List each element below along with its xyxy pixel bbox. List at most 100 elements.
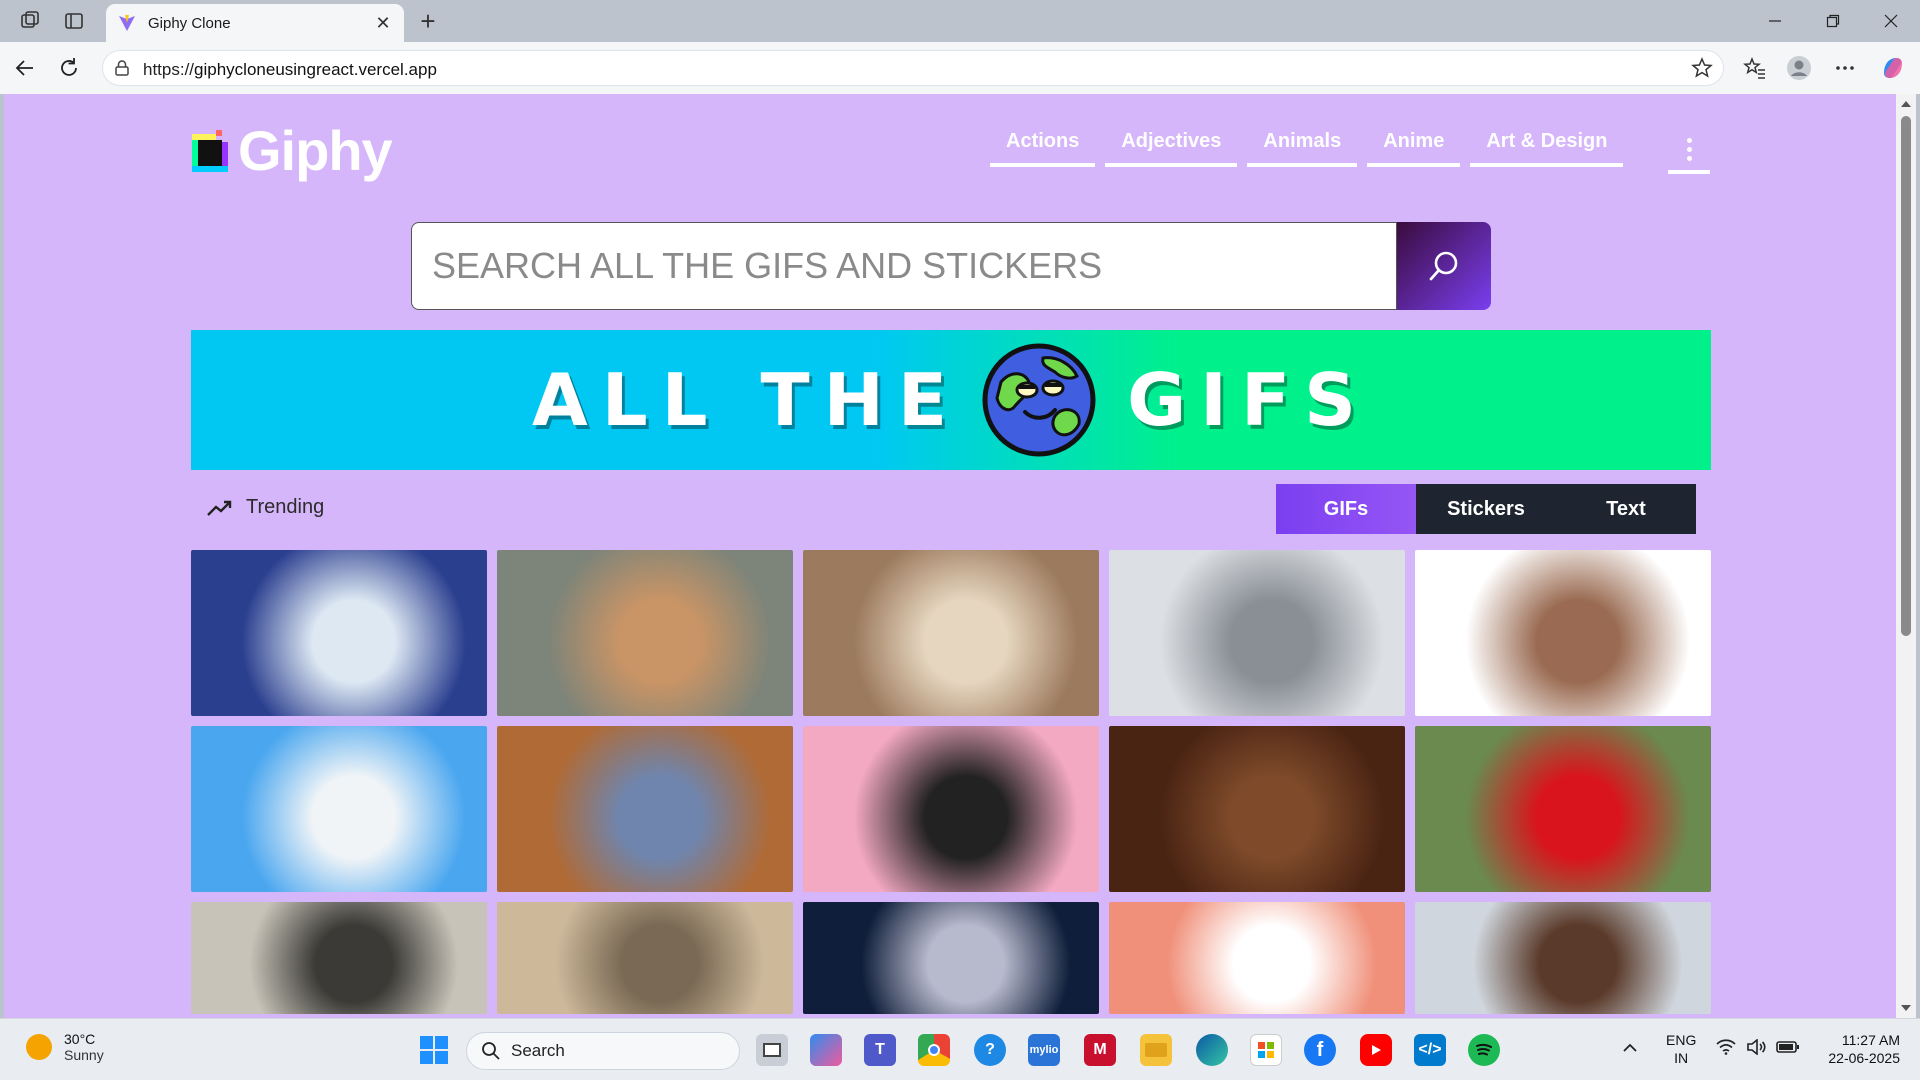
globe-mascot-icon [982,343,1096,457]
category-actions[interactable]: Actions [990,128,1096,167]
battery-icon [1776,1041,1799,1053]
taskbar-search[interactable]: Search [466,1032,740,1070]
vertical-tabs-icon[interactable] [62,9,86,33]
workspaces-icon[interactable] [18,9,42,33]
scrollbar-thumb[interactable] [1901,116,1911,636]
sun-icon [26,1034,52,1060]
search-bar [411,222,1491,310]
trending-arrow-icon [207,500,232,516]
category-art-design[interactable]: Art & Design [1470,128,1624,167]
tab-close-icon[interactable]: ✕ [374,13,392,34]
windows-taskbar: 30°C Sunny Search T ? mylio M f </> ENG … [0,1018,1920,1080]
clock-date: 22-06-2025 [1828,1050,1900,1066]
microsoft-store-icon[interactable] [1250,1034,1282,1066]
favorites-icon[interactable] [1742,55,1768,81]
gif-tile-kitten-blanket-gif[interactable] [1109,550,1405,716]
more-categories-icon[interactable] [1668,128,1710,174]
windows-start-icon[interactable] [418,1034,450,1066]
facebook-icon[interactable]: f [1304,1034,1336,1066]
gif-tile-bears-hug-gif[interactable] [191,726,487,892]
gif-tile-gorilla-clap-gif[interactable] [191,902,487,1014]
tab-text[interactable]: Text [1556,484,1696,534]
gif-tile-bunny-hearts-sticker[interactable] [1415,550,1711,716]
copilot-icon[interactable] [1880,55,1906,81]
favorite-star-icon[interactable] [1691,57,1713,79]
giphy-logo-icon [192,129,228,172]
show-hidden-icons-chevron-icon[interactable] [1622,1039,1638,1057]
trending-label: Trending [246,496,325,518]
close-window-icon[interactable] [1868,6,1914,36]
search-button[interactable] [1397,222,1491,310]
back-arrow-icon[interactable] [12,55,38,81]
chrome-icon[interactable] [918,1034,950,1066]
refresh-icon[interactable] [56,55,82,81]
lang-line1: ENG [1666,1032,1697,1048]
gif-tile-good-night-moon-gif[interactable] [191,550,487,716]
browser-toolbar: https://giphycloneusingreact.vercel.app [0,42,1920,94]
more-options-icon[interactable] [1832,55,1858,81]
profile-avatar-icon[interactable] [1786,55,1812,81]
search-input[interactable] [411,222,1397,310]
gif-tile-cat-plushies-gif[interactable] [497,726,793,892]
address-bar[interactable]: https://giphycloneusingreact.vercel.app [102,50,1724,86]
new-tab-button[interactable]: + [414,8,442,34]
banner-text-left: ALL THE [531,358,962,442]
lang-line2: IN [1674,1050,1689,1066]
url-host: giphycloneusingreact.vercel.app [194,60,437,79]
content-type-tabs: GIFs Stickers Text [1276,484,1696,534]
youtube-icon[interactable] [1360,1034,1392,1066]
vite-favicon-icon [119,15,135,31]
gif-tile-puppy-gif[interactable] [1109,726,1405,892]
url-scheme: https:// [143,60,195,79]
active-tab[interactable]: Giphy Clone ✕ [106,4,404,42]
site-info-lock-icon[interactable] [113,59,131,77]
edge-icon[interactable] [1196,1034,1228,1066]
browser-tab-strip: Giphy Clone ✕ + [0,0,1920,42]
mylio-icon[interactable]: mylio [1028,1034,1060,1066]
mcafee-icon[interactable]: M [1084,1034,1116,1066]
banner-text-right: GIFS [1127,358,1371,442]
gif-tile-chihuahua-gif[interactable] [803,550,1099,716]
copilot-app-icon[interactable] [810,1034,842,1066]
giphy-logo[interactable]: Giphy [192,118,393,183]
gif-tile-sleepy-baby-gif[interactable] [497,902,793,1014]
gif-grid [191,550,1711,1014]
minimize-icon[interactable] [1752,6,1798,36]
tab-stickers[interactable]: Stickers [1416,484,1556,534]
gif-tile-cat-coffee-gif[interactable] [803,726,1099,892]
category-anime[interactable]: Anime [1367,128,1461,167]
scroll-down-icon[interactable] [1900,1002,1912,1014]
category-adjectives[interactable]: Adjectives [1105,128,1238,167]
weather-temp: 30°C [64,1031,96,1047]
system-tray-icons[interactable] [1716,1039,1800,1055]
category-animals[interactable]: Animals [1247,128,1358,167]
gif-tile-crying-man-gif[interactable] [1415,902,1711,1014]
all-the-gifs-banner[interactable]: ALL THE GIFS [191,330,1711,470]
task-view-icon[interactable] [756,1034,788,1066]
teams-icon[interactable]: T [864,1034,896,1066]
gif-tile-sleeping-cat-gif[interactable] [803,902,1099,1014]
restore-icon[interactable] [1810,6,1856,36]
taskbar-search-label: Search [511,1041,565,1060]
weather-widget[interactable]: 30°C Sunny [26,1031,104,1063]
gif-tile-hugs-heart-gif[interactable] [1415,726,1711,892]
url-text[interactable]: https://giphycloneusingreact.vercel.app [143,60,437,80]
weather-text: Sunny [64,1047,104,1063]
file-explorer-icon[interactable] [1140,1034,1172,1066]
get-help-icon[interactable]: ? [974,1034,1006,1066]
clock[interactable]: 11:27 AM 22-06-2025 [1812,1031,1900,1067]
trending-heading: Trending [206,496,324,519]
spotify-icon[interactable] [1468,1034,1500,1066]
vscode-icon[interactable]: </> [1414,1034,1446,1066]
language-indicator[interactable]: ENG IN [1666,1031,1696,1067]
tab-title: Giphy Clone [148,14,231,32]
gif-tile-cat-rose-gif[interactable] [1109,902,1405,1014]
category-more-wrap [1668,128,1710,174]
wifi-icon [1716,1039,1736,1055]
scroll-up-icon[interactable] [1900,98,1912,110]
volume-icon [1747,1039,1766,1055]
tab-gifs[interactable]: GIFs [1276,484,1416,534]
page-scrollbar[interactable] [1896,94,1916,1018]
logo-text: Giphy [238,119,393,182]
gif-tile-cat-paw-gif[interactable] [497,550,793,716]
